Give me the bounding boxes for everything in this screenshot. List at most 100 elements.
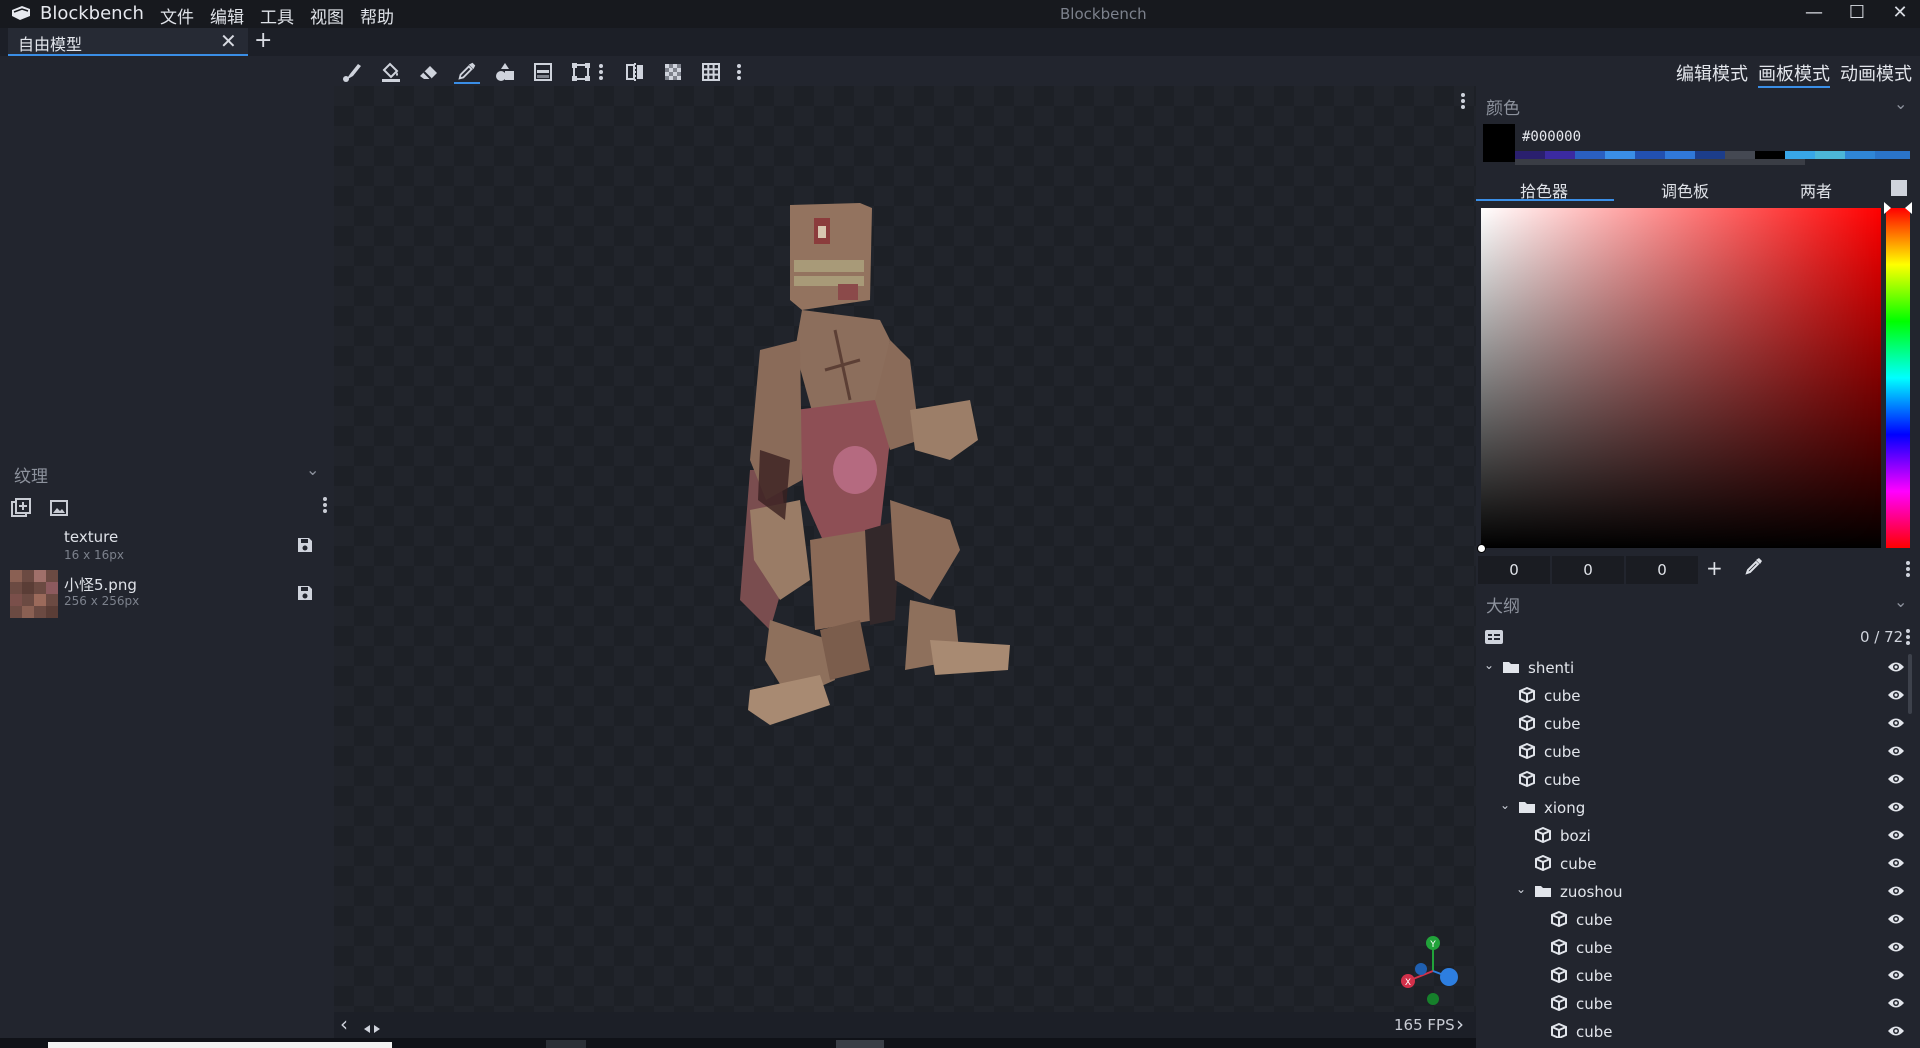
picker-handle[interactable] xyxy=(1477,544,1486,553)
green-input[interactable]: 0 xyxy=(1552,556,1624,584)
minimize-button[interactable]: — xyxy=(1803,2,1825,24)
close-window-button[interactable]: ✕ xyxy=(1889,2,1911,24)
visibility-eye-icon[interactable] xyxy=(1887,912,1905,926)
visibility-eye-icon[interactable] xyxy=(1887,688,1905,702)
outliner-scrollbar[interactable] xyxy=(1908,654,1912,714)
visibility-eye-icon[interactable] xyxy=(1887,856,1905,870)
zombie-model[interactable] xyxy=(710,200,1070,740)
more-options-icon[interactable] xyxy=(322,496,328,514)
tab-palette[interactable]: 调色板 xyxy=(1661,178,1709,202)
mode-animate[interactable]: 动画模式 xyxy=(1840,60,1912,86)
add-color-button[interactable]: + xyxy=(1706,556,1723,580)
visibility-eye-icon[interactable] xyxy=(1887,884,1905,898)
visibility-eye-icon[interactable] xyxy=(1887,828,1905,842)
outliner-cube[interactable]: cube xyxy=(1476,710,1906,738)
transform-icon[interactable] xyxy=(568,60,594,84)
viewport-menu-icon[interactable] xyxy=(1460,92,1466,110)
more-options-icon[interactable] xyxy=(1905,628,1911,646)
visibility-eye-icon[interactable] xyxy=(1887,716,1905,730)
color-panel-header[interactable] xyxy=(1476,92,1920,120)
outliner-cube[interactable]: cube xyxy=(1476,1018,1906,1038)
hue-slider[interactable] xyxy=(1886,208,1910,548)
hue-slider-handle[interactable] xyxy=(1884,202,1912,214)
more-icon[interactable] xyxy=(734,60,744,84)
visibility-eye-icon[interactable] xyxy=(1887,660,1905,674)
tab-free-model[interactable]: 自由模型 ✕ xyxy=(8,28,248,56)
outliner-cube[interactable]: cube xyxy=(1476,738,1906,766)
textures-header[interactable]: 纹理 ⌄ xyxy=(0,458,334,488)
outliner-header[interactable] xyxy=(1476,590,1920,618)
outliner-group[interactable]: ⌄ shenti xyxy=(1476,654,1906,682)
add-tab-button[interactable]: + xyxy=(254,28,272,53)
menu-tools[interactable]: 工具 xyxy=(260,3,294,28)
checkbox-icon[interactable] xyxy=(1891,180,1907,196)
menu-edit[interactable]: 编辑 xyxy=(210,3,244,30)
menu-file[interactable]: 文件 xyxy=(160,3,194,28)
outliner-cube[interactable]: cube xyxy=(1476,990,1906,1018)
outliner-cube[interactable]: cube xyxy=(1476,766,1906,794)
gradient-icon[interactable] xyxy=(530,60,556,84)
maximize-button[interactable]: ☐ xyxy=(1846,2,1868,24)
current-color-swatch[interactable] xyxy=(1483,124,1515,162)
textures-title: 纹理 xyxy=(14,467,48,487)
chevron-down-icon[interactable]: ⌄ xyxy=(1894,592,1907,611)
grid-icon[interactable] xyxy=(698,60,724,84)
mode-paint[interactable]: 画板模式 xyxy=(1758,60,1830,88)
eraser-icon[interactable] xyxy=(416,60,442,84)
checkerboard-icon[interactable] xyxy=(660,60,686,84)
visibility-eye-icon[interactable] xyxy=(1887,744,1905,758)
eyedropper-icon[interactable] xyxy=(1744,556,1764,576)
outliner-cube[interactable]: cube xyxy=(1476,682,1906,710)
outliner-cube[interactable]: cube xyxy=(1476,934,1906,962)
add-group-icon[interactable] xyxy=(1484,628,1504,646)
palette-scrollbar[interactable] xyxy=(1515,159,1805,165)
blockbench-logo-icon xyxy=(12,6,30,20)
shapes-icon[interactable] xyxy=(492,60,518,84)
add-texture-icon[interactable] xyxy=(10,498,32,518)
visibility-eye-icon[interactable] xyxy=(1887,996,1905,1010)
visibility-eye-icon[interactable] xyxy=(1887,940,1905,954)
hex-color-value[interactable]: #000000 xyxy=(1522,129,1581,145)
texture-item[interactable]: texture 16 x 16px xyxy=(0,524,334,572)
visibility-eye-icon[interactable] xyxy=(1887,968,1905,982)
outliner-group[interactable]: ⌄ zuoshou xyxy=(1476,878,1906,906)
blue-input[interactable]: 0 xyxy=(1626,556,1698,584)
timeline-icon[interactable] xyxy=(362,1024,382,1034)
mirror-icon[interactable] xyxy=(622,60,648,84)
outliner-cube[interactable]: cube xyxy=(1476,906,1906,934)
import-texture-icon[interactable] xyxy=(48,498,70,518)
menu-help[interactable]: 帮助 xyxy=(360,3,394,28)
more-icon[interactable] xyxy=(596,60,606,84)
right-arrow-icon[interactable]: › xyxy=(1456,1012,1464,1036)
outliner-label: cube xyxy=(1544,743,1581,761)
visibility-eye-icon[interactable] xyxy=(1887,772,1905,786)
chevron-down-icon[interactable]: ⌄ xyxy=(306,460,319,479)
outliner-group[interactable]: ⌄ xiong xyxy=(1476,794,1906,822)
save-icon[interactable] xyxy=(296,584,314,602)
outliner-label: cube xyxy=(1576,939,1613,957)
outliner-cube[interactable]: cube xyxy=(1476,850,1906,878)
mode-edit[interactable]: 编辑模式 xyxy=(1676,60,1748,86)
outliner-cube[interactable]: bozi xyxy=(1476,822,1906,850)
saturation-value-picker[interactable] xyxy=(1481,208,1881,548)
more-options-icon[interactable] xyxy=(1905,560,1911,578)
chevron-down-icon[interactable]: ⌄ xyxy=(1516,882,1526,896)
chevron-down-icon[interactable]: ⌄ xyxy=(1484,658,1494,672)
tab-both[interactable]: 两者 xyxy=(1800,178,1832,202)
axis-gizmo[interactable]: Y X xyxy=(1398,936,1468,1006)
visibility-eye-icon[interactable] xyxy=(1887,800,1905,814)
left-arrow-icon[interactable]: ‹ xyxy=(340,1012,348,1036)
chevron-down-icon[interactable]: ⌄ xyxy=(1500,798,1510,812)
fill-bucket-icon[interactable] xyxy=(378,60,404,84)
save-icon[interactable] xyxy=(296,536,314,554)
outliner-tree[interactable]: ⌄ shenti cube cube cube cube ⌄ xiong bozi cube ⌄ zu… xyxy=(1476,654,1906,1038)
brush-icon[interactable] xyxy=(340,60,366,84)
menu-view[interactable]: 视图 xyxy=(310,3,344,28)
visibility-eye-icon[interactable] xyxy=(1887,1024,1905,1038)
eyedropper-icon[interactable] xyxy=(454,60,480,84)
recent-colors-bar[interactable] xyxy=(1515,151,1910,159)
red-input[interactable]: 0 xyxy=(1478,556,1550,584)
chevron-down-icon[interactable]: ⌄ xyxy=(1894,94,1907,113)
outliner-cube[interactable]: cube xyxy=(1476,962,1906,990)
close-tab-icon[interactable]: ✕ xyxy=(220,29,237,53)
